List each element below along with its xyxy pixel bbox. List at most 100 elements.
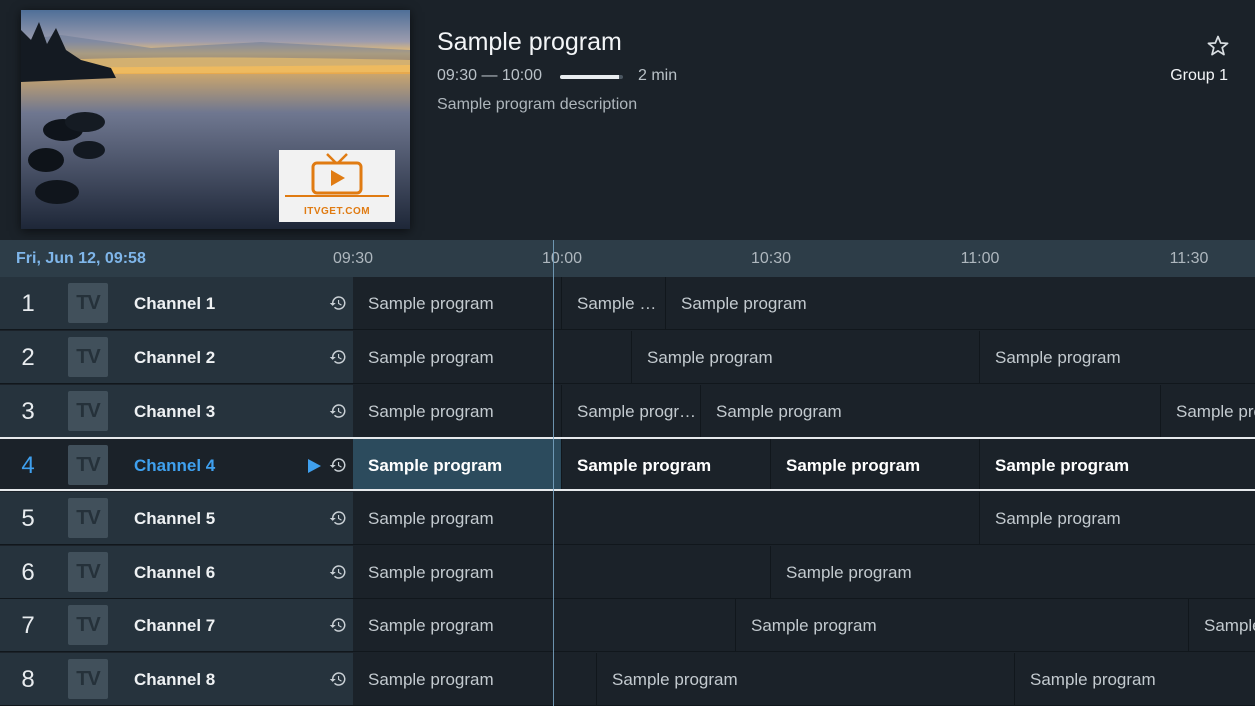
channel-row[interactable]: 5 TV Channel 5 Sample program Sample program [0, 492, 1255, 545]
channel-number: 2 [21, 344, 35, 371]
program-block[interactable]: Sample program [770, 546, 1255, 598]
program-progress-bar [560, 75, 623, 79]
time-tick: 11:00 [960, 250, 1000, 267]
channel-logo: TV [68, 337, 108, 377]
itvget-logo: ITVGET.COM [279, 150, 395, 222]
channel-logo: TV [68, 391, 108, 431]
channel-row[interactable]: 4 TV Channel 4 Sample program Sample program… [0, 437, 1255, 491]
channel-info[interactable]: 5 TV Channel 5 [0, 492, 353, 544]
program-block[interactable]: Sample program [700, 385, 1160, 437]
channel-number: 6 [21, 559, 35, 586]
program-block[interactable]: Sample program [353, 331, 631, 383]
history-icon[interactable] [329, 670, 347, 688]
channel-info[interactable]: 3 TV Channel 3 [0, 385, 353, 437]
time-tick: 09:30 [332, 250, 374, 267]
program-block[interactable]: Sample program [1014, 653, 1255, 705]
channel-info[interactable]: 7 TV Channel 7 [0, 599, 353, 651]
program-block[interactable]: Sample program [353, 492, 979, 544]
channel-row[interactable]: 3 TV Channel 3 Sample program Sample progr… S… [0, 385, 1255, 438]
program-track: Sample program Sample … Sample program [353, 277, 1255, 329]
channel-info[interactable]: 8 TV Channel 8 [0, 653, 353, 705]
channel-number: 8 [21, 666, 35, 693]
program-block[interactable]: Sample program [979, 492, 1255, 544]
epg-grid: 1 TV Channel 1 Sample program Sample … Sample… [0, 277, 1255, 706]
channel-logo-text: TV [76, 507, 101, 529]
channel-number: 7 [21, 612, 35, 639]
channel-name: Channel 1 [134, 294, 216, 313]
program-description: Sample program description [437, 96, 638, 113]
program-block[interactable]: Sample program [596, 653, 1014, 705]
program-preview-image: ITVGET.COM [21, 10, 410, 229]
time-tick: 11:30 [1169, 250, 1209, 267]
program-block[interactable]: Sample program [353, 599, 735, 651]
program-title: Sample program [437, 28, 622, 56]
channel-number: 3 [21, 398, 35, 425]
program-track: Sample programSample programSample [353, 599, 1255, 651]
program-block[interactable]: Sample pro [1160, 385, 1255, 437]
channel-name: Channel 4 [134, 456, 216, 475]
program-block[interactable]: Sample [1188, 599, 1255, 651]
channel-logo-text: TV [76, 292, 101, 314]
program-block[interactable]: Sample program [561, 439, 770, 489]
playing-icon [308, 459, 321, 473]
program-block[interactable]: Sample program [353, 277, 561, 329]
logo-text: ITVGET.COM [303, 206, 371, 217]
channel-logo-text: TV [76, 561, 101, 583]
program-block[interactable]: Sample program [770, 439, 979, 489]
program-block[interactable]: Sample progr… [561, 385, 700, 437]
channel-info[interactable]: 2 TV Channel 2 [0, 331, 353, 383]
channel-logo: TV [68, 659, 108, 699]
program-track: Sample program Sample program Sample progr… [353, 331, 1255, 383]
program-remaining: 2 min [638, 67, 678, 84]
history-icon[interactable] [329, 402, 347, 420]
history-icon[interactable] [329, 456, 347, 474]
channel-number: 5 [21, 505, 35, 532]
program-block[interactable]: Sample program [979, 439, 1255, 489]
program-block[interactable]: Sample program [631, 331, 979, 383]
time-tick: 10:00 [541, 250, 583, 267]
timeline-bar: Fri, Jun 12, 09:58 09:30 10:00 10:30 11:… [0, 240, 1255, 277]
program-block[interactable]: Sample program [353, 439, 561, 489]
channel-info[interactable]: 1 TV Channel 1 [0, 277, 353, 329]
channel-logo: TV [68, 605, 108, 645]
star-outline-icon[interactable] [1206, 34, 1230, 58]
channel-name: Channel 8 [134, 670, 216, 689]
history-icon[interactable] [329, 294, 347, 312]
channel-row[interactable]: 1 TV Channel 1 Sample program Sample … Sample… [0, 277, 1255, 330]
history-icon[interactable] [329, 509, 347, 527]
history-icon[interactable] [329, 348, 347, 366]
channel-row[interactable]: 8 TV Channel 8 Sample program Sample program… [0, 653, 1255, 706]
channel-row[interactable]: 7 TV Channel 7 Sample program Sample program… [0, 599, 1255, 652]
group-label[interactable]: Group 1 [1170, 67, 1228, 85]
channel-name: Channel 2 [134, 348, 216, 367]
program-block[interactable]: Sample program [665, 277, 1255, 329]
history-icon[interactable] [329, 616, 347, 634]
channel-logo-text: TV [76, 614, 101, 636]
program-track: Sample program Sample program Sample progr… [353, 439, 1255, 489]
program-block[interactable]: Sample program [735, 599, 1188, 651]
program-block[interactable]: Sample program [353, 653, 596, 705]
program-track: Sample program Sample progr… Sample progra… [353, 385, 1255, 437]
channel-logo: TV [68, 283, 108, 323]
history-icon[interactable] [329, 563, 347, 581]
channel-logo: TV [68, 552, 108, 592]
program-block[interactable]: Sample … [561, 277, 665, 329]
channel-name: Channel 5 [134, 509, 216, 528]
channel-info[interactable]: 4 TV Channel 4 [0, 439, 353, 489]
channel-row[interactable]: 6 TV Channel 6 Sample program Sample program [0, 546, 1255, 599]
channel-logo-text: TV [76, 346, 101, 368]
program-block[interactable]: Sample program [353, 546, 770, 598]
program-block[interactable]: Sample program [353, 385, 561, 437]
program-track: Sample program Sample program [353, 546, 1255, 598]
channel-logo-text: TV [76, 454, 101, 476]
channel-logo: TV [68, 498, 108, 538]
tv-play-logo-icon [285, 153, 389, 197]
channel-name: Channel 7 [134, 616, 216, 635]
channel-number: 4 [21, 452, 35, 479]
channel-row[interactable]: 2 TV Channel 2 Sample program Sample program… [0, 331, 1255, 384]
channel-info[interactable]: 6 TV Channel 6 [0, 546, 353, 598]
channel-logo: TV [68, 445, 108, 485]
program-block[interactable]: Sample program [979, 331, 1255, 383]
program-track: Sample program Sample program [353, 492, 1255, 544]
time-tick: 10:30 [750, 250, 792, 267]
